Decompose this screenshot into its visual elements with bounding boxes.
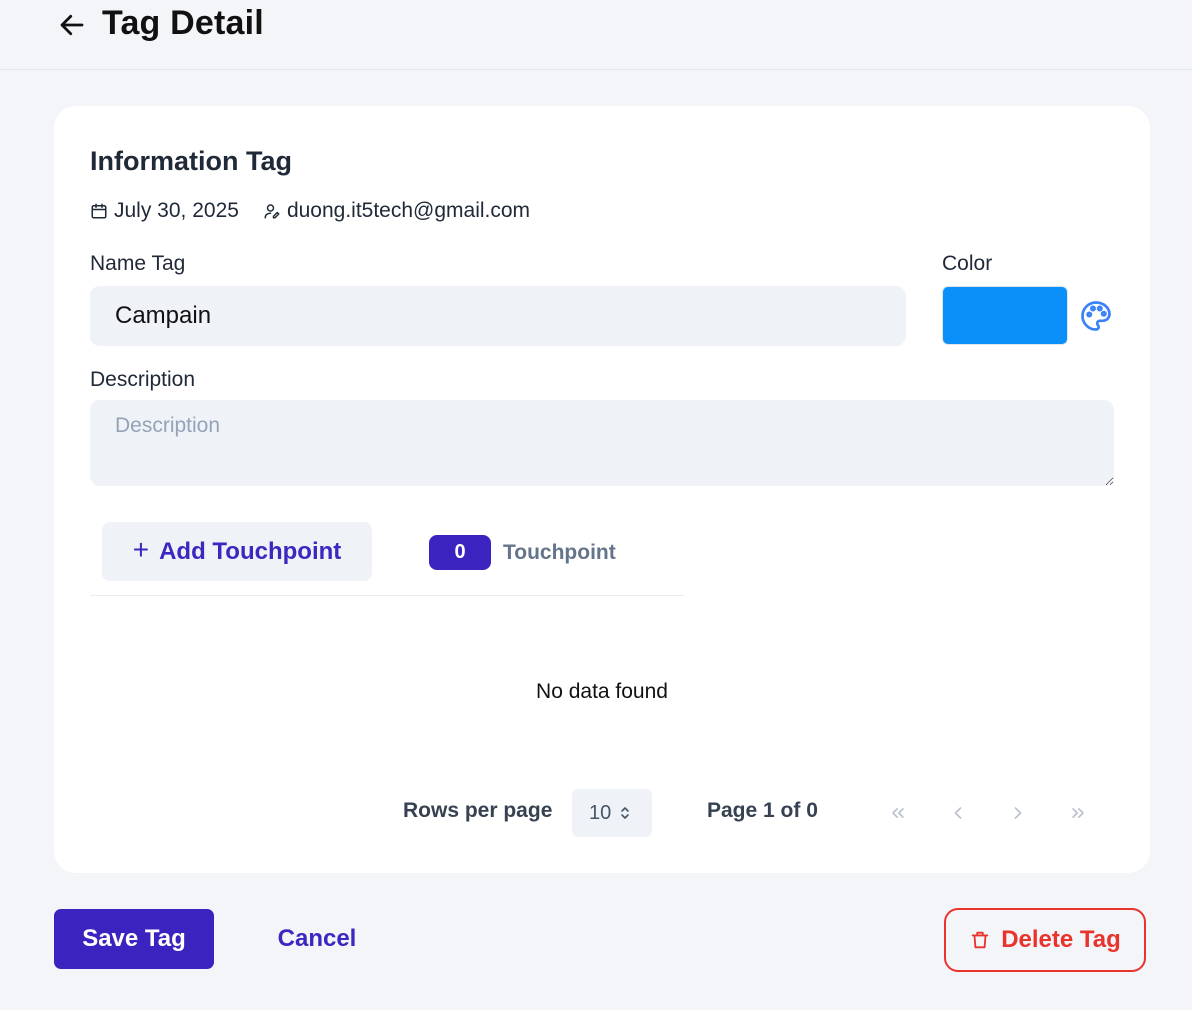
chevrons-right-icon bbox=[1072, 808, 1084, 818]
chevron-left-icon bbox=[954, 807, 962, 819]
color-picker-button[interactable] bbox=[1078, 298, 1114, 334]
creator-email: duong.it5tech@gmail.com bbox=[263, 199, 530, 223]
back-button[interactable] bbox=[55, 8, 89, 42]
rows-per-page-select[interactable]: 10 bbox=[572, 789, 652, 837]
touchpoint-count-badge: 0 bbox=[429, 535, 491, 570]
first-page-button[interactable] bbox=[882, 797, 914, 829]
color-swatch[interactable] bbox=[942, 286, 1068, 345]
created-date: July 30, 2025 bbox=[90, 199, 239, 223]
plus-icon: + bbox=[132, 534, 150, 565]
tag-info-card: Information Tag July 30, 2025 duong.it5t… bbox=[54, 106, 1150, 873]
chevron-right-icon bbox=[1014, 807, 1022, 819]
pagination: Rows per page 10 Page 1 of 0 bbox=[54, 789, 1150, 837]
tab-touchpoint-label: Touchpoint bbox=[503, 540, 616, 564]
trash-icon bbox=[969, 929, 991, 951]
page-info: Page 1 of 0 bbox=[707, 799, 818, 822]
description-textarea[interactable] bbox=[90, 400, 1114, 486]
name-tag-label: Name Tag bbox=[90, 252, 186, 275]
page-title: Tag Detail bbox=[102, 4, 264, 42]
section-title: Information Tag bbox=[90, 146, 292, 176]
tab-divider bbox=[90, 595, 684, 596]
delete-tag-label: Delete Tag bbox=[1001, 926, 1121, 953]
add-touchpoint-button[interactable]: + Add Touchpoint bbox=[102, 522, 372, 581]
cancel-button[interactable]: Cancel bbox=[262, 909, 372, 969]
calendar-icon bbox=[90, 202, 108, 220]
creator-email-text: duong.it5tech@gmail.com bbox=[286, 199, 531, 222]
description-label: Description bbox=[90, 368, 196, 391]
prev-page-button[interactable] bbox=[942, 797, 974, 829]
palette-icon bbox=[1081, 301, 1111, 331]
tab-touchpoint[interactable]: 0 Touchpoint bbox=[429, 535, 616, 570]
next-page-button[interactable] bbox=[1002, 797, 1034, 829]
page-header: Tag Detail bbox=[0, 0, 1192, 70]
color-label: Color bbox=[942, 252, 993, 275]
tag-meta: July 30, 2025 duong.it5tech@gmail.com bbox=[90, 198, 530, 224]
arrow-left-icon bbox=[60, 14, 84, 36]
rows-per-page-value: 10 bbox=[589, 801, 612, 824]
rows-per-page-label: Rows per page bbox=[403, 799, 553, 822]
add-touchpoint-label: Add Touchpoint bbox=[159, 537, 342, 565]
save-tag-button[interactable]: Save Tag bbox=[54, 909, 214, 969]
user-edit-icon bbox=[263, 202, 281, 220]
chevron-up-down-icon bbox=[619, 805, 631, 821]
created-date-text: July 30, 2025 bbox=[114, 199, 239, 222]
name-tag-input[interactable]: Campain bbox=[90, 286, 906, 346]
chevrons-left-icon bbox=[892, 808, 904, 818]
empty-state-text: No data found bbox=[536, 680, 668, 703]
last-page-button[interactable] bbox=[1062, 797, 1094, 829]
delete-tag-button[interactable]: Delete Tag bbox=[944, 908, 1146, 972]
